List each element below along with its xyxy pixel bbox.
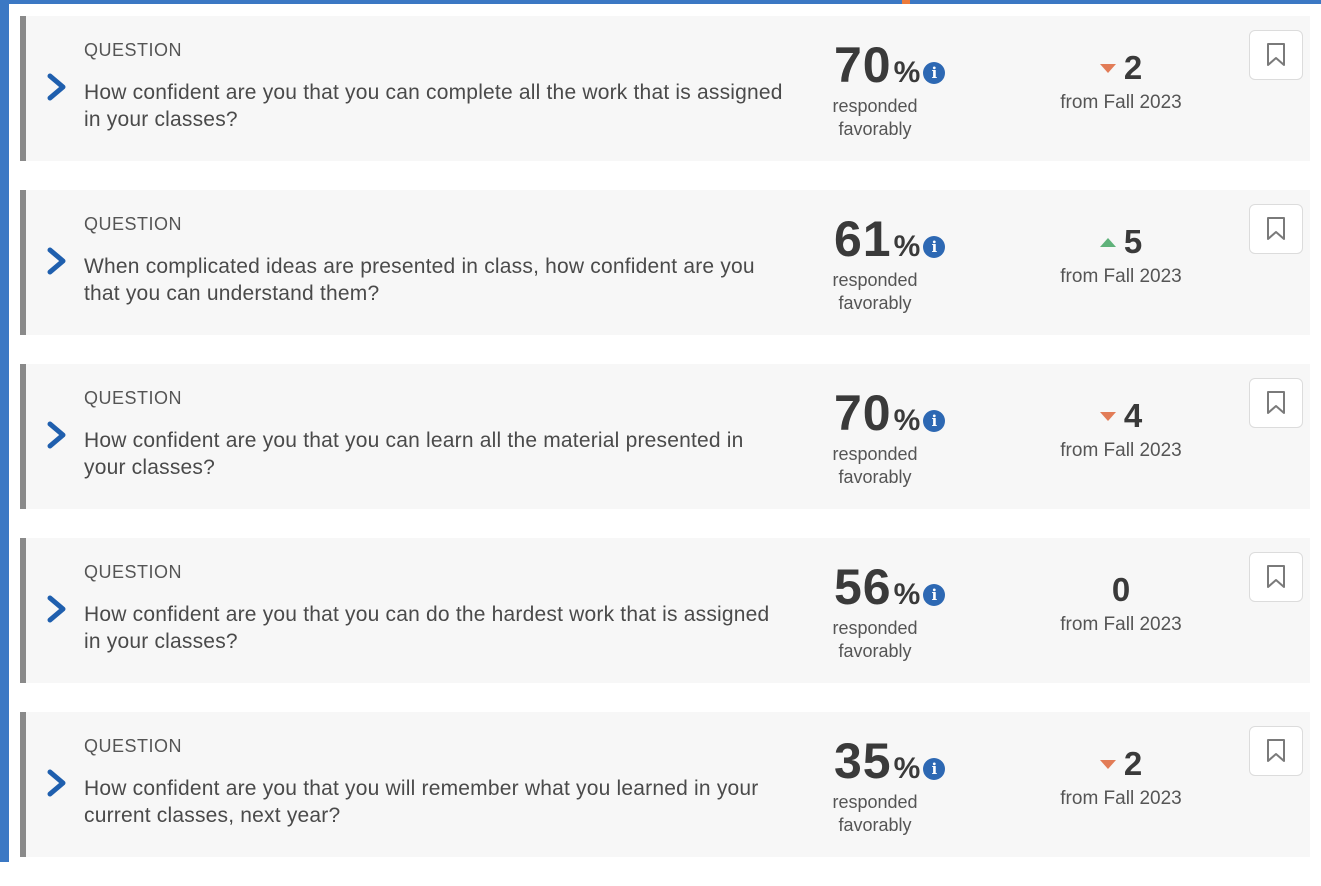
info-icon[interactable]: i	[923, 584, 946, 606]
percent-sign: %	[893, 752, 921, 785]
change-indicator: 2 from Fall 2023	[1036, 744, 1206, 810]
score-caption: responded favorably	[832, 444, 918, 487]
info-icon[interactable]: i	[923, 236, 946, 258]
bookmark-icon	[1267, 565, 1285, 588]
score-value: 35	[834, 733, 892, 789]
score-caption: responded favorably	[832, 270, 918, 313]
question-text: How confident are you that you can do th…	[84, 603, 770, 653]
change-value: 5	[1123, 223, 1143, 260]
bookmark-button[interactable]	[1249, 552, 1303, 602]
chevron-right-icon[interactable]	[46, 420, 68, 450]
change-caption: from Fall 2023	[1060, 440, 1182, 461]
triangle-up-icon	[1099, 237, 1116, 247]
favorable-score: 35% i responded favorably	[816, 732, 956, 842]
change-indicator: 5 from Fall 2023	[1036, 222, 1206, 288]
score-caption: responded favorably	[832, 792, 918, 835]
triangle-down-icon	[1099, 411, 1116, 421]
chevron-right-icon[interactable]	[46, 72, 68, 102]
score-value: 70	[834, 385, 892, 441]
bookmark-icon	[1267, 391, 1285, 414]
change-indicator: 2 from Fall 2023	[1036, 48, 1206, 114]
bookmark-button[interactable]	[1249, 30, 1303, 80]
chevron-right-icon[interactable]	[46, 594, 68, 624]
question-card[interactable]: QUESTION How confident are you that you …	[20, 538, 1310, 683]
change-caption: from Fall 2023	[1060, 92, 1182, 113]
change-caption: from Fall 2023	[1060, 614, 1182, 635]
info-icon[interactable]: i	[923, 410, 946, 432]
question-label: QUESTION	[84, 736, 183, 756]
question-text: How confident are you that you can learn…	[84, 429, 744, 479]
favorable-score: 70% i responded favorably	[816, 384, 956, 494]
percent-sign: %	[893, 404, 921, 437]
bookmark-icon	[1267, 43, 1285, 66]
bookmark-button[interactable]	[1249, 378, 1303, 428]
left-border	[0, 0, 9, 862]
score-value: 70	[834, 37, 892, 93]
chevron-right-icon[interactable]	[46, 246, 68, 276]
bookmark-icon	[1267, 739, 1285, 762]
bookmark-button[interactable]	[1249, 726, 1303, 776]
percent-sign: %	[893, 230, 921, 263]
percent-sign: %	[893, 578, 921, 611]
score-caption: responded favorably	[832, 96, 918, 139]
question-text: When complicated ideas are presented in …	[84, 255, 755, 305]
info-icon[interactable]: i	[923, 758, 946, 780]
question-label: QUESTION	[84, 562, 183, 582]
change-indicator: 4 from Fall 2023	[1036, 396, 1206, 462]
triangle-down-icon	[1099, 63, 1116, 73]
change-caption: from Fall 2023	[1060, 266, 1182, 287]
question-label: QUESTION	[84, 40, 183, 60]
change-value: 2	[1123, 745, 1143, 782]
score-value: 61	[834, 211, 892, 267]
question-text: How confident are you that you will reme…	[84, 777, 759, 827]
question-list: QUESTION How confident are you that you …	[20, 16, 1310, 886]
question-text: How confident are you that you can compl…	[84, 81, 783, 131]
bookmark-button[interactable]	[1249, 204, 1303, 254]
info-icon[interactable]: i	[923, 62, 946, 84]
question-card[interactable]: QUESTION How confident are you that you …	[20, 16, 1310, 161]
triangle-down-icon	[1099, 759, 1116, 769]
favorable-score: 70% i responded favorably	[816, 36, 956, 146]
score-caption: responded favorably	[832, 618, 918, 661]
chevron-right-icon[interactable]	[46, 768, 68, 798]
top-accent-mark	[902, 0, 910, 4]
change-value: 2	[1123, 49, 1143, 86]
question-label: QUESTION	[84, 214, 183, 234]
top-border	[0, 0, 1321, 4]
change-indicator: 0 from Fall 2023	[1036, 570, 1206, 636]
bookmark-icon	[1267, 217, 1285, 240]
question-card[interactable]: QUESTION When complicated ideas are pres…	[20, 190, 1310, 335]
percent-sign: %	[893, 56, 921, 89]
question-card[interactable]: QUESTION How confident are you that you …	[20, 712, 1310, 857]
survey-results-panel: QUESTION How confident are you that you …	[0, 0, 1321, 862]
change-value: 4	[1123, 397, 1143, 434]
change-value: 0	[1111, 571, 1131, 608]
change-caption: from Fall 2023	[1060, 788, 1182, 809]
favorable-score: 61% i responded favorably	[816, 210, 956, 320]
question-label: QUESTION	[84, 388, 183, 408]
favorable-score: 56% i responded favorably	[816, 558, 956, 668]
score-value: 56	[834, 559, 892, 615]
question-card[interactable]: QUESTION How confident are you that you …	[20, 364, 1310, 509]
